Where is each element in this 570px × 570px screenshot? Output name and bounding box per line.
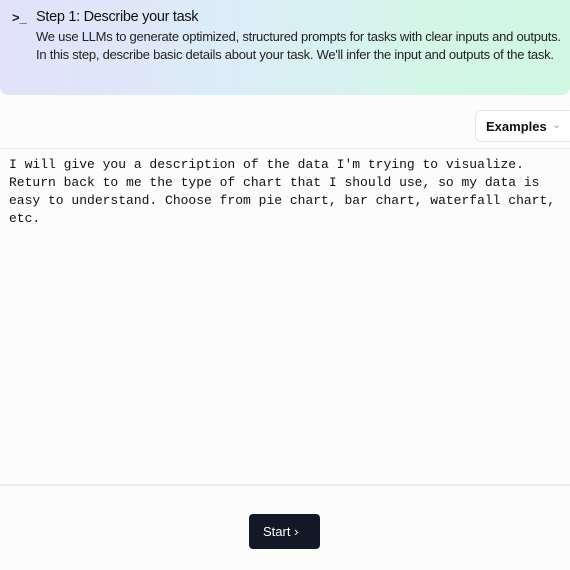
divider: [0, 484, 570, 486]
chevron-right-icon: ›: [294, 524, 299, 539]
start-label: Start: [263, 524, 291, 539]
terminal-icon: >_: [12, 10, 27, 25]
examples-label: Examples: [486, 119, 547, 134]
task-description-input[interactable]: I will give you a description of the dat…: [9, 156, 564, 228]
start-button[interactable]: Start ›: [249, 514, 320, 549]
chevron-down-icon: ⌄: [552, 119, 562, 131]
divider: [0, 148, 570, 149]
step-description: We use LLMs to generate optimized, struc…: [36, 29, 561, 62]
step-title: Step 1: Describe your task: [36, 9, 199, 25]
examples-dropdown[interactable]: Examples ⌄: [475, 110, 570, 142]
step-header: >_ Step 1: Describe your task We use LLM…: [0, 0, 570, 95]
